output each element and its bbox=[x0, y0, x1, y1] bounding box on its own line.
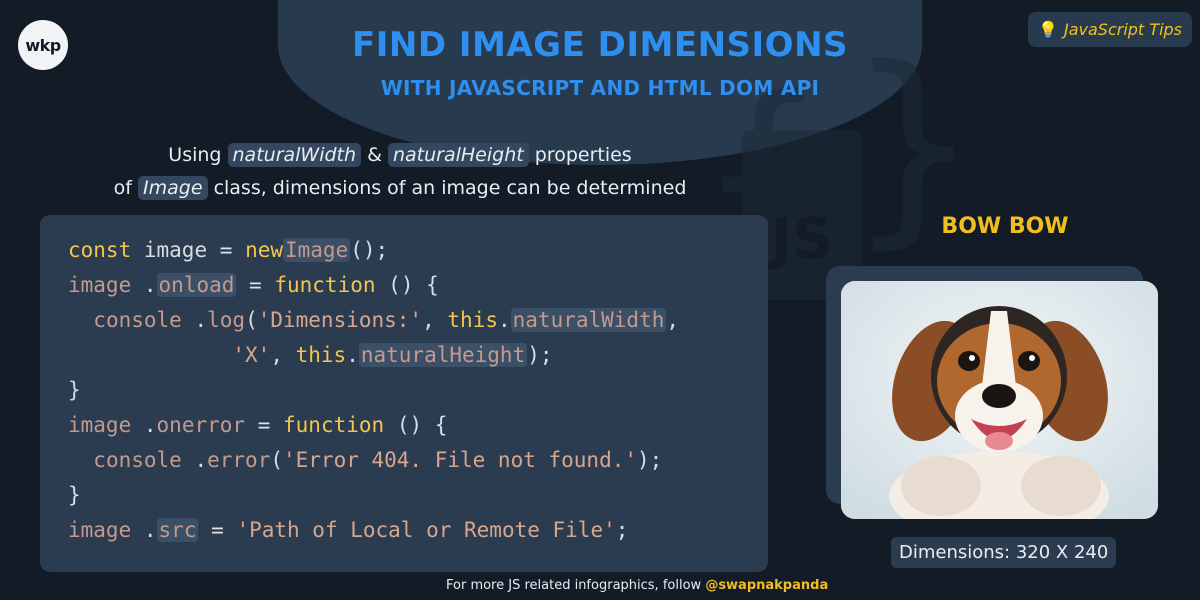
author-handle-link[interactable]: @swapnakpanda bbox=[705, 578, 828, 593]
token: () { bbox=[396, 413, 448, 437]
footer-text: For more JS related infographics, follow bbox=[446, 578, 702, 593]
code-snippet: const image = newImage(); image .onload … bbox=[40, 215, 768, 572]
intro-text: Using bbox=[168, 144, 222, 166]
javascript-tips-badge: 💡 JavaScript Tips bbox=[1028, 12, 1192, 47]
token: ); bbox=[637, 448, 663, 472]
token: const bbox=[68, 238, 132, 262]
token: image bbox=[68, 518, 132, 542]
intro-text: properties bbox=[534, 144, 632, 166]
token: function bbox=[274, 273, 376, 297]
brand-logo[interactable]: wkp bbox=[18, 20, 68, 70]
token: naturalHeight bbox=[358, 343, 528, 367]
token: new bbox=[245, 238, 283, 262]
intro-text: class, dimensions of an image can be det… bbox=[213, 177, 687, 199]
token: (); bbox=[350, 238, 389, 262]
intro-line-2: of Image class, dimensions of an image c… bbox=[40, 176, 760, 200]
token: onload bbox=[156, 273, 237, 297]
code-line-6: image .onerror = function () { bbox=[68, 408, 740, 443]
token: console bbox=[93, 308, 182, 332]
token: , bbox=[666, 308, 680, 332]
token: 'X' bbox=[232, 343, 271, 367]
token: ); bbox=[527, 343, 553, 367]
tips-label: JavaScript Tips bbox=[1064, 20, 1182, 39]
token: image bbox=[143, 238, 208, 262]
token: . bbox=[143, 273, 157, 297]
code-line-1: const image = newImage(); bbox=[68, 233, 740, 268]
intro-text: & bbox=[367, 144, 382, 166]
token: ( bbox=[270, 448, 283, 472]
token: = bbox=[219, 238, 233, 262]
token: () { bbox=[388, 273, 439, 297]
token: . bbox=[497, 308, 511, 332]
token: Image bbox=[283, 238, 351, 262]
token: ( bbox=[245, 308, 258, 332]
token: = bbox=[249, 273, 262, 297]
token: naturalWidth bbox=[510, 308, 667, 332]
puppy-photo bbox=[841, 281, 1158, 519]
code-line-5: } bbox=[68, 378, 81, 402]
page-subtitle: with JavaScript and HTML DOM API bbox=[380, 76, 820, 100]
token: . bbox=[346, 343, 359, 367]
token: image bbox=[68, 413, 132, 437]
token: log bbox=[207, 308, 246, 332]
token: ; bbox=[615, 518, 629, 542]
dimensions-label: Dimensions: 320 X 240 bbox=[891, 537, 1117, 568]
image-class-chip: Image bbox=[138, 176, 208, 200]
intro-line-1: Using naturalWidth & naturalHeight prope… bbox=[40, 143, 760, 167]
token: , bbox=[422, 308, 435, 332]
token: 'Dimensions:' bbox=[257, 308, 423, 332]
token: image bbox=[68, 273, 132, 297]
natural-height-chip: naturalHeight bbox=[387, 143, 529, 167]
natural-width-chip: naturalWidth bbox=[227, 143, 362, 167]
puppy-illustration bbox=[841, 281, 1158, 519]
token: . bbox=[143, 518, 157, 542]
lightbulb-icon: 💡 bbox=[1038, 20, 1058, 39]
token: = bbox=[211, 518, 224, 542]
code-line-9: image .src = 'Path of Local or Remote Fi… bbox=[68, 513, 740, 548]
code-line-3: console .log('Dimensions:', this.natural… bbox=[68, 303, 740, 338]
token: src bbox=[156, 518, 199, 542]
token: = bbox=[257, 413, 271, 437]
token: . bbox=[143, 413, 157, 437]
token: function bbox=[283, 413, 385, 437]
token: error bbox=[207, 448, 271, 472]
token: console bbox=[93, 448, 182, 472]
token: 'Path of Local or Remote File' bbox=[236, 518, 616, 542]
token: 'Error 404. File not found.' bbox=[283, 448, 638, 472]
token: . bbox=[194, 308, 208, 332]
token: this bbox=[447, 308, 498, 332]
example-title: Bow Bow bbox=[941, 214, 1069, 239]
code-line-7: console .error('Error 404. File not foun… bbox=[68, 443, 740, 478]
footer: For more JS related infographics, follow… bbox=[446, 578, 828, 593]
token: , bbox=[270, 343, 283, 367]
intro-text: of bbox=[113, 177, 132, 199]
token: . bbox=[194, 448, 208, 472]
code-line-8: } bbox=[68, 483, 81, 507]
page-title: Find Image Dimensions bbox=[351, 25, 849, 65]
token: onerror bbox=[156, 413, 246, 437]
token: this bbox=[295, 343, 347, 367]
logo-text: wkp bbox=[25, 35, 61, 55]
code-line-2: image .onload = function () { bbox=[68, 268, 740, 303]
code-line-4: 'X', this.naturalHeight); bbox=[68, 338, 740, 373]
